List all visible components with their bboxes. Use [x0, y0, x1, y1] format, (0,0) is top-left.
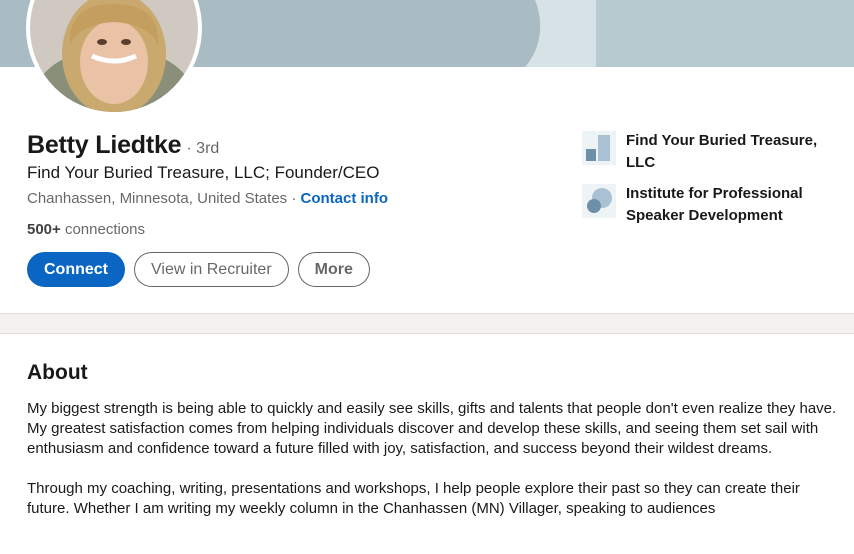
school-name: Institute for Professional Speaker Devel…: [626, 185, 803, 224]
connection-degree: · 3rd: [186, 140, 220, 157]
about-text: My biggest strength is being able to qui…: [27, 399, 837, 539]
profile-card: Betty Liedtke · 3rd Find Your Buried Tre…: [0, 0, 854, 314]
profile-location: Chanhassen, Minnesota, United States: [27, 190, 288, 207]
connections-label: connections: [60, 221, 146, 238]
location-row: Chanhassen, Minnesota, United States · C…: [27, 190, 388, 207]
school-logo-icon: [582, 184, 616, 218]
about-section: About My biggest strength is being able …: [0, 333, 854, 554]
more-button[interactable]: More: [297, 252, 370, 287]
connections-count[interactable]: 500+ connections: [27, 221, 145, 238]
company-logo-icon: [582, 131, 616, 165]
about-paragraph: Through my coaching, writing, presentati…: [27, 480, 800, 517]
profile-headline: Find Your Buried Treasure, LLC; Founder/…: [27, 163, 380, 182]
connections-number: 500+: [27, 221, 61, 238]
profile-name: Betty Liedtke: [27, 131, 182, 159]
name-row: Betty Liedtke · 3rd: [27, 131, 219, 160]
about-paragraph: My biggest strength is being able to qui…: [27, 400, 837, 457]
company-name: Find Your Buried Treasure, LLC: [626, 132, 818, 171]
about-title: About: [27, 361, 88, 384]
contact-info-link[interactable]: Contact info: [301, 190, 389, 207]
education-link[interactable]: Institute for Professional Speaker Devel…: [582, 183, 841, 227]
location-separator: ·: [287, 190, 301, 207]
current-company-link[interactable]: Find Your Buried Treasure, LLC: [582, 130, 841, 174]
connect-button[interactable]: Connect: [27, 252, 125, 287]
profile-photo[interactable]: [26, 0, 202, 116]
view-in-recruiter-button[interactable]: View in Recruiter: [134, 252, 289, 287]
profile-actions: Connect View in Recruiter More: [27, 252, 370, 287]
